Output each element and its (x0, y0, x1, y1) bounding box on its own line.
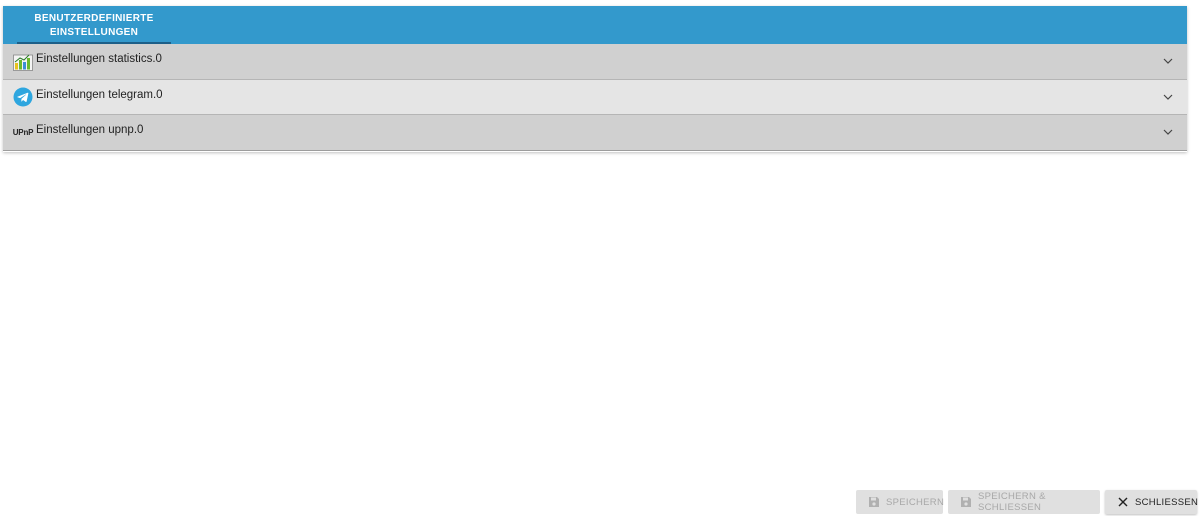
save-button-label: SPEICHERN (886, 496, 945, 508)
close-button[interactable]: SCHLIESSEN (1105, 490, 1199, 514)
panel-upnp[interactable]: UPnP Einstellungen upnp.0 (3, 115, 1187, 151)
save-button[interactable]: SPEICHERN (856, 490, 945, 514)
save-and-close-button[interactable]: SPEICHERN & SCHLIESSEN (948, 490, 1100, 514)
tab-label-line2: EINSTELLUNGEN (49, 27, 139, 38)
upnp-icon: UPnP (12, 123, 34, 143)
panel-statistics-label: Einstellungen statistics.0 (36, 53, 162, 65)
close-button-label: SCHLIESSEN (1135, 496, 1199, 508)
close-icon (1117, 496, 1129, 508)
save-icon (960, 496, 972, 508)
panel-upnp-label: Einstellungen upnp.0 (36, 124, 144, 136)
upnp-icon-text: UPnP (12, 128, 34, 137)
tab-custom-settings[interactable]: BENUTZERDEFINIERTE EINSTELLUNGEN (17, 6, 171, 44)
custom-settings-dialog: BENUTZERDEFINIERTE EINSTELLUNGEN Einstel… (3, 6, 1187, 152)
panel-statistics[interactable]: Einstellungen statistics.0 (3, 44, 1187, 80)
chevron-down-icon[interactable] (1163, 93, 1173, 101)
save-icon (868, 496, 880, 508)
panel-telegram[interactable]: Einstellungen telegram.0 (3, 80, 1187, 115)
tab-bar: BENUTZERDEFINIERTE EINSTELLUNGEN (3, 6, 1187, 44)
panel-telegram-label: Einstellungen telegram.0 (36, 89, 163, 101)
telegram-icon (13, 87, 33, 107)
tab-label-line1: BENUTZERDEFINIERTE (34, 13, 154, 24)
statistics-chart-icon (13, 52, 33, 72)
save-and-close-button-label: SPEICHERN & SCHLIESSEN (978, 491, 1046, 513)
chevron-down-icon[interactable] (1163, 57, 1173, 65)
chevron-down-icon[interactable] (1163, 128, 1173, 136)
